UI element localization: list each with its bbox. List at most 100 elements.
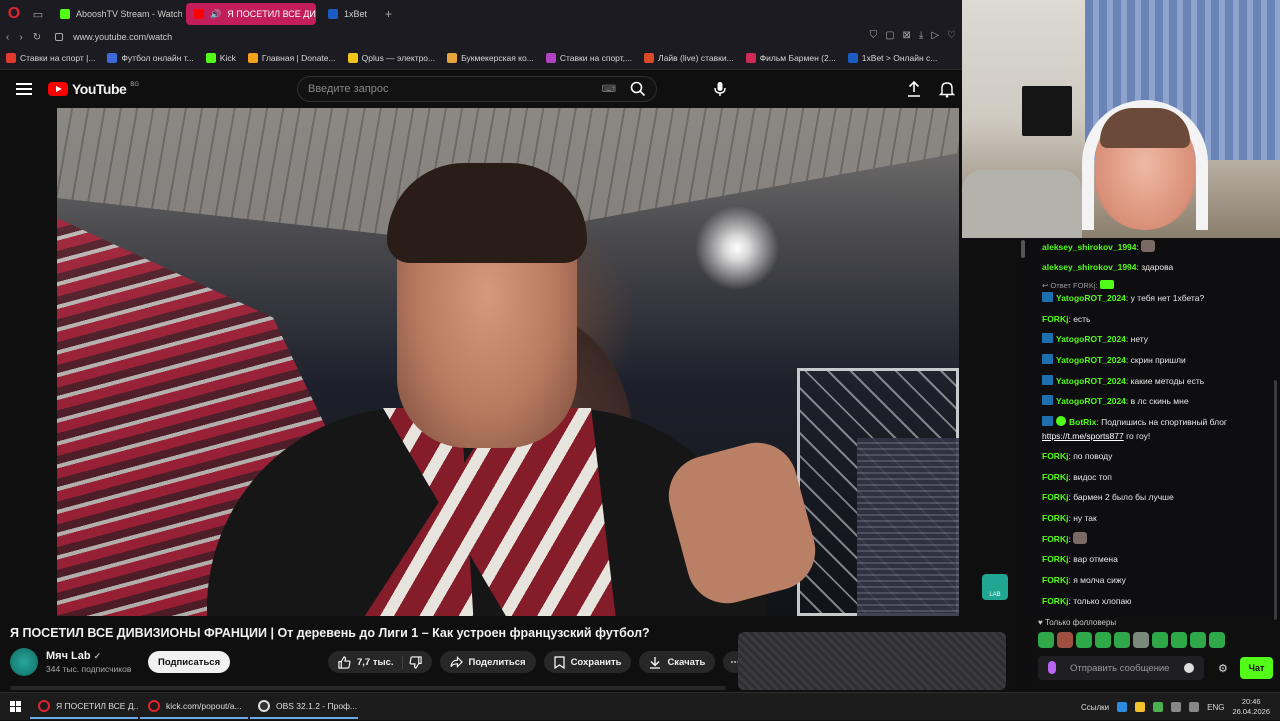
chat-username[interactable]: FORKj xyxy=(1042,492,1068,502)
search-icon[interactable] xyxy=(630,81,646,97)
chat-username[interactable]: YatogoROT_2024 xyxy=(1056,376,1126,386)
bookmark-item[interactable]: Ставки на спорт,... xyxy=(545,52,632,63)
search-input[interactable]: Введите запрос ⌨ xyxy=(297,76,657,102)
chat-username[interactable]: FORKj xyxy=(1042,596,1068,606)
emote-icon[interactable] xyxy=(1038,632,1054,648)
channel-name[interactable]: Мяч Lab ✓ xyxy=(46,650,131,662)
emote-icon[interactable] xyxy=(1095,632,1111,648)
chat-username[interactable]: FORKj xyxy=(1042,513,1068,523)
emote-icon[interactable] xyxy=(1114,632,1130,648)
bookmark-item[interactable]: Фильм Бармен (2... xyxy=(745,52,836,63)
reload-icon[interactable]: ↻ xyxy=(33,32,41,43)
play-icon[interactable]: ▷ xyxy=(931,30,939,41)
links-toolbar[interactable]: Ссылки xyxy=(1081,703,1109,712)
chat-text: только хлопаю xyxy=(1073,596,1132,606)
emote-icon[interactable] xyxy=(1076,632,1092,648)
emote-icon[interactable] xyxy=(1209,632,1225,648)
tray-volume-icon[interactable] xyxy=(1189,702,1200,712)
tab-overview-icon[interactable]: ▭ xyxy=(28,4,48,24)
chat-username[interactable]: FORKj xyxy=(1042,575,1068,585)
taskbar-item-obs[interactable]: OBS 32.1.2 - Проф... xyxy=(250,695,358,719)
chat-message-input[interactable]: Отправить сообщение xyxy=(1038,656,1204,680)
chat-send-button[interactable]: Чат xyxy=(1240,657,1273,679)
chat-username[interactable]: YatogoROT_2024 xyxy=(1056,334,1126,344)
chat-left-scrollbar[interactable] xyxy=(1018,238,1030,690)
tab-kick-stream[interactable]: AbooshTV Stream - Watch xyxy=(52,3,182,25)
download-arrow-icon xyxy=(650,656,661,669)
back-arrow-icon[interactable]: ‹ xyxy=(6,32,9,43)
chat-username[interactable]: YatogoROT_2024 xyxy=(1056,293,1126,303)
tab-1xbet[interactable]: 1xBet xyxy=(320,3,375,25)
channel-watermark-icon[interactable]: LAB xyxy=(982,574,1008,600)
tray-network-icon[interactable] xyxy=(1171,702,1182,712)
emote-icon[interactable] xyxy=(1190,632,1206,648)
emote-icon[interactable] xyxy=(1133,632,1149,648)
voice-search-mic-icon[interactable] xyxy=(708,77,732,101)
heart-icon[interactable]: ♡ xyxy=(947,30,956,41)
thumbs-down-icon[interactable] xyxy=(409,655,422,669)
bookmark-item[interactable]: Главная | Donate... xyxy=(247,52,336,63)
chat-username[interactable]: aleksey_shirokov_1994 xyxy=(1042,242,1137,252)
chat-username[interactable]: aleksey_shirokov_1994 xyxy=(1042,262,1137,272)
bookmark-item[interactable]: Футбол онлайн т... xyxy=(107,52,194,63)
start-button[interactable] xyxy=(0,701,30,712)
sidebar-ad-placeholder[interactable] xyxy=(738,632,1006,690)
tray-folder-icon[interactable] xyxy=(1135,702,1146,712)
tray-cloud-icon[interactable] xyxy=(1117,702,1128,712)
snapshot-icon[interactable]: ▢ xyxy=(885,30,894,41)
like-button[interactable]: 7,7 тыс. xyxy=(338,655,403,669)
bookmark-item[interactable]: Kick xyxy=(205,52,236,63)
bookmark-label: 1xBet > Онлайн с... xyxy=(861,52,938,63)
keyboard-icon[interactable]: ⌨ xyxy=(602,84,616,95)
vpn-icon[interactable]: ⊠ xyxy=(903,30,911,41)
emote-icon[interactable] xyxy=(1152,632,1168,648)
chat-text: по поводу xyxy=(1073,451,1113,461)
new-tab-plus-icon[interactable]: + xyxy=(385,7,392,21)
chat-link[interactable]: https://t.me/sports877 xyxy=(1042,431,1124,441)
save-button[interactable]: Сохранить xyxy=(543,651,632,673)
chat-mic-icon[interactable] xyxy=(1048,661,1056,674)
notifications-bell-icon[interactable] xyxy=(939,80,955,98)
chat-username[interactable]: BotRix xyxy=(1069,417,1096,427)
bookmark-item[interactable]: Qplus — электро... xyxy=(347,52,435,63)
menu-icon[interactable] xyxy=(16,80,32,98)
chat-username[interactable]: YatogoROT_2024 xyxy=(1056,355,1126,365)
chat-username[interactable]: FORKj xyxy=(1042,554,1068,564)
taskbar-item-browser-kick[interactable]: kick.com/popout/a... xyxy=(140,695,248,719)
subscribe-button[interactable]: Подписаться xyxy=(148,651,231,673)
tab-youtube-video[interactable]: 🔊 Я ПОСЕТИЛ ВСЕ ДИВ xyxy=(186,3,316,25)
bookmark-item[interactable]: 1xBet > Онлайн с... xyxy=(847,52,938,63)
input-language[interactable]: ENG xyxy=(1207,703,1224,712)
bookmark-item[interactable]: Ставки на спорт |... xyxy=(6,52,95,63)
system-clock[interactable]: 20:46 26.04.2026 xyxy=(1232,697,1270,717)
chat-username[interactable]: FORKj xyxy=(1042,472,1068,482)
chat-reply-indicator: ↩ Ответ FORKj: xyxy=(1042,280,1114,290)
tray-app-icon[interactable] xyxy=(1153,702,1164,712)
emote-icon[interactable] xyxy=(1057,632,1073,648)
download-button[interactable]: Скачать xyxy=(639,651,716,673)
taskbar-item-browser-youtube[interactable]: Я ПОСЕТИЛ ВСЕ Д... xyxy=(30,695,138,719)
download-icon[interactable]: ⤓ xyxy=(919,30,923,41)
upload-share-icon[interactable] xyxy=(906,80,922,98)
bookmark-item[interactable]: Букмекерская ко... xyxy=(447,52,534,63)
bookmark-item[interactable]: Лайв (live) ставки... xyxy=(644,52,734,63)
share-button[interactable]: Поделиться xyxy=(439,651,536,673)
chat-username[interactable]: FORKj xyxy=(1042,314,1068,324)
opera-logo-icon[interactable]: O xyxy=(0,0,28,28)
video-player[interactable] xyxy=(57,108,959,616)
chat-scrollbar[interactable] xyxy=(1274,380,1277,620)
chat-message: aleksey_shirokov_1994: xyxy=(1042,240,1156,253)
bookmark-icon[interactable]: ⛉ xyxy=(870,30,878,41)
url-field[interactable]: www.youtube.com/watch xyxy=(73,32,172,42)
emoji-picker-icon[interactable] xyxy=(1184,663,1194,673)
chat-settings-gear-icon[interactable]: ⚙ xyxy=(1218,662,1228,675)
forward-arrow-icon[interactable]: › xyxy=(19,32,22,43)
youtube-logo[interactable]: YouTube BG xyxy=(48,81,139,97)
bookmark-favicon-icon xyxy=(205,52,216,63)
chat-username[interactable]: FORKj xyxy=(1042,451,1068,461)
emote-icon[interactable] xyxy=(1171,632,1187,648)
chat-username[interactable]: FORKj xyxy=(1042,534,1068,544)
chat-username[interactable]: YatogoROT_2024 xyxy=(1056,396,1126,406)
channel-avatar[interactable] xyxy=(10,648,38,676)
bookmark-save-icon xyxy=(553,655,565,669)
